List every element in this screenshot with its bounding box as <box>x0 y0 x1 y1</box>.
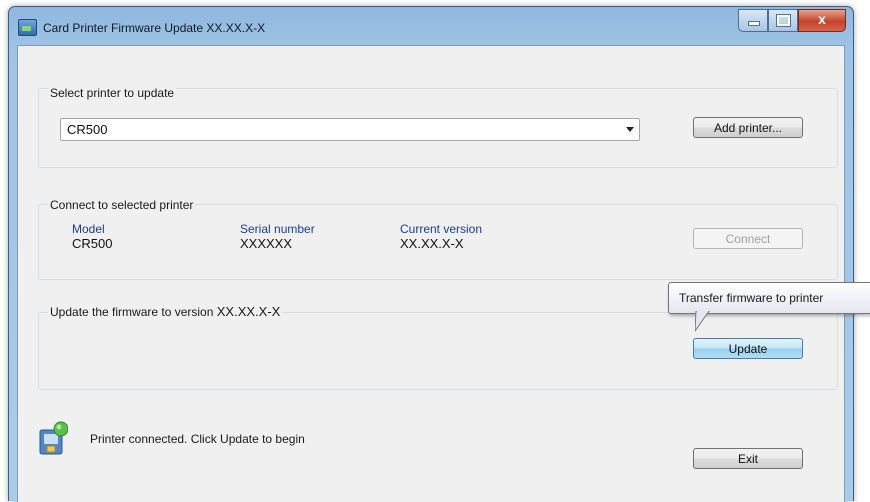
printer-select-value: CR500 <box>67 122 108 137</box>
serial-number-value: XXXXXX <box>240 236 293 251</box>
update-label-prefix: Update the firmware to version <box>50 305 214 319</box>
exit-button[interactable]: Exit <box>693 448 803 469</box>
window-controls: x <box>738 9 846 32</box>
minimize-icon <box>748 21 760 26</box>
update-target-version: XX.XX.X-X <box>216 304 281 319</box>
minimize-button[interactable] <box>738 9 768 32</box>
add-printer-button[interactable]: Add printer... <box>693 117 803 138</box>
dialog-body: Select printer to update CR500 Add print… <box>17 45 845 502</box>
main-window: Card Printer Firmware Update XX.XX.X-X x… <box>8 6 854 502</box>
status-message: Printer connected. Click Update to begin <box>90 432 305 446</box>
printer-status-icon <box>39 421 68 455</box>
connect-printer-group-label: Connect to selected printer <box>48 198 196 212</box>
model-label: Model <box>72 222 105 236</box>
select-printer-group-label: Select printer to update <box>48 86 177 100</box>
maximize-button[interactable] <box>768 9 798 32</box>
update-button[interactable]: Update <box>693 338 803 359</box>
title-bar[interactable]: Card Printer Firmware Update XX.XX.X-X x <box>9 7 853 45</box>
serial-number-label: Serial number <box>240 222 315 236</box>
update-firmware-group-label: Update the firmware to version XX.XX.X-X <box>48 304 283 319</box>
current-version-value: XX.XX.X-X <box>400 236 464 251</box>
app-icon <box>18 19 37 36</box>
tooltip-pointer <box>695 311 710 332</box>
printer-select[interactable]: CR500 <box>60 118 640 141</box>
close-button[interactable]: x <box>798 9 846 32</box>
model-value: CR500 <box>72 236 113 251</box>
connect-button[interactable]: Connect <box>693 228 803 249</box>
update-tooltip: Transfer firmware to printer <box>668 282 870 314</box>
close-icon: x <box>818 11 826 27</box>
chevron-down-icon[interactable] <box>626 127 634 132</box>
tooltip-text: Transfer firmware to printer <box>679 291 824 305</box>
window-title: Card Printer Firmware Update XX.XX.X-X <box>43 21 266 35</box>
current-version-label: Current version <box>400 222 483 236</box>
maximize-icon <box>777 15 790 26</box>
